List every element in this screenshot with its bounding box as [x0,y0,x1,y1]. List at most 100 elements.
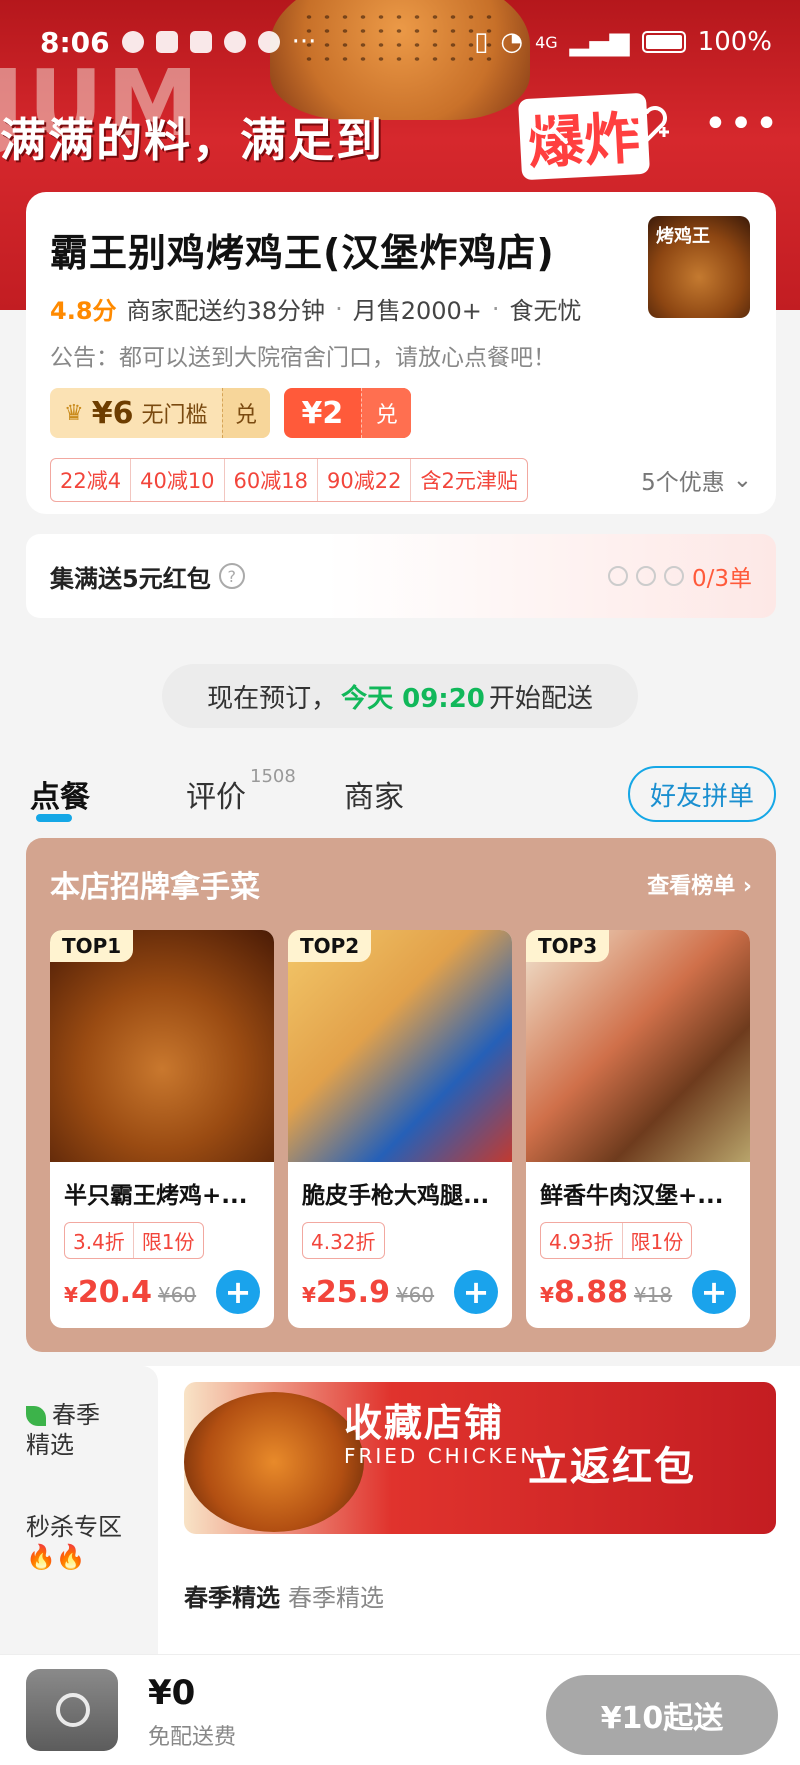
discount-tag: 含2元津贴 [420,469,518,493]
category-sidebar: 春季 精选 秒杀专区 🔥🔥 [0,1366,158,1666]
category-name: 春季精选 [184,1584,280,1612]
dish-tags: 4.93折 限1份 [540,1222,693,1259]
eleme-logo-icon [56,1693,90,1727]
banner-title-2: 立返红包 [528,1444,696,1490]
rank-badge: TOP1 [50,930,134,962]
promo-row: 22减4 40减10 60减18 90减22 含2元津贴 5个优惠 ⌄ [50,458,752,502]
menu-section: 春季 精选 秒杀专区 🔥🔥 收藏店铺 FRIED CHICKEN 立返红包 春季… [0,1366,800,1666]
wechat-icon [121,31,144,53]
dish-price: ¥25.9 ¥60 [302,1275,434,1310]
monthly-sales: 月售2000+ [352,297,482,325]
progress-circle-icon [635,566,656,586]
dish-image: TOP3 [526,930,750,1162]
original-price: ¥60 [157,1283,197,1307]
cart-bar: ¥0 免配送费 ¥10起送 [0,1654,800,1765]
tab-order[interactable]: 点餐 [30,772,90,816]
status-bar: 8:06 ··· ▯ ◔ 4G ▂▄▆ 100% [0,0,800,84]
current-price: ¥20.4 [64,1275,152,1310]
preorder-suffix: 开始配送 [488,683,593,714]
separator: · [335,294,343,323]
tab-label: 点餐 [30,780,90,815]
photo-app-icon [189,31,212,53]
coupon-desc: 无门槛 [141,403,208,428]
discount-tag: 90减22 [318,459,412,501]
preorder-prefix: 现在预订， [207,683,338,714]
limit-tag: 限1份 [132,1223,203,1258]
favorite-button[interactable] [620,96,676,152]
add-to-cart-button[interactable]: + [454,1270,498,1314]
discount-tag: 22减4 [51,459,132,501]
price-value: 25.9 [315,1275,390,1310]
help-icon[interactable]: ? [218,563,245,589]
current-price: ¥8.88 [540,1275,628,1310]
shop-info-card: 霸王别鸡烤鸡王(汉堡炸鸡店) 烤鸡王 4.8分 商家配送约38分钟 · 月售20… [26,192,776,514]
shop-thumbnail[interactable]: 烤鸡王 [648,216,750,318]
limit-tag: 限1份 [621,1223,692,1258]
favorite-shop-banner[interactable]: 收藏店铺 FRIED CHICKEN 立返红包 [184,1382,776,1534]
dish-card[interactable]: TOP2 脆皮手枪大鸡腿... 4.32折 ¥25.9 ¥60 + [288,930,512,1328]
wifi-icon: ◔ [500,27,524,57]
coupon-amount: ¥2 [301,395,344,431]
current-price: ¥25.9 [302,1275,390,1310]
cart-button[interactable] [26,1669,118,1751]
preorder-notice: 现在预订， 今天 09:20 开始配送 [162,664,638,728]
signature-dishes-section: 本店招牌拿手菜 查看榜单 › TOP1 半只霸王烤鸡+... 3.4折 限1份 … [26,838,776,1352]
signal-icon: ▂▄▆ [569,27,630,57]
review-count: 1508 [250,766,296,787]
fried-chicken-image [184,1392,364,1532]
back-arrow-icon: ‹ [49,98,67,150]
collect-progress-text: 0/3单 [691,566,752,592]
dish-image: TOP1 [50,930,274,1162]
leaf-icon [26,1406,46,1426]
progress-circle-icon [607,566,628,586]
add-to-cart-button[interactable]: + [216,1270,260,1314]
coupon-redeem-button[interactable]: 兑 [361,388,412,438]
promo-more-label: 5个优惠 [641,470,725,496]
group-order-button[interactable]: 好友拼单 [628,766,776,822]
shop-meta: 4.8分 商家配送约38分钟 · 月售2000+ · 食无忧 [50,291,752,326]
status-time: 8:06 [40,25,110,59]
sidebar-item-flash-sale[interactable]: 秒杀专区 🔥🔥 [26,1512,122,1572]
shop-name: 霸王别鸡烤鸡王(汉堡炸鸡店) [50,231,555,275]
banner-title: 收藏店铺 [344,1401,505,1445]
top-nav: ‹ ••• [0,90,800,160]
search-icon [529,105,568,144]
back-button[interactable]: ‹ [30,96,86,152]
collect-red-packet-row[interactable]: 集满送5元红包 ? 0/3单 [26,534,776,618]
plus-icon: + [462,1273,490,1311]
coupon-redeem-button[interactable]: 兑 [221,388,270,438]
collect-progress: 0/3单 [607,559,752,593]
add-to-cart-button[interactable]: + [692,1270,736,1314]
search-button[interactable] [520,96,576,152]
coupon-amount: ¥6 [91,395,134,431]
section-title: 本店招牌拿手菜 [50,870,260,905]
tab-active-indicator [36,814,72,822]
more-button[interactable]: ••• [704,96,779,152]
dish-price: ¥8.88 ¥18 [540,1275,672,1310]
banner-subtitle: FRIED CHICKEN [344,1444,539,1468]
discount-tag: 4.32折 [311,1230,376,1254]
tab-bar: 点餐 评价1508 商家 好友拼单 [0,760,800,830]
sidebar-item-spring[interactable]: 春季 精选 [26,1400,100,1460]
dish-list: TOP1 半只霸王烤鸡+... 3.4折 限1份 ¥20.4 ¥60 + TOP… [50,930,752,1328]
dish-tags: 4.32折 [302,1222,385,1259]
coupon-no-threshold[interactable]: ♛ ¥6 无门槛 兑 [50,388,270,438]
tab-merchant[interactable]: 商家 [344,772,404,816]
discount-tag: 60减18 [225,459,318,501]
promo-more-button[interactable]: 5个优惠 ⌄ [641,463,752,497]
checkout-button[interactable]: ¥10起送 [546,1675,778,1755]
category-title: 春季精选 春季精选 [184,1578,384,1613]
dish-card[interactable]: TOP1 半只霸王烤鸡+... 3.4折 限1份 ¥20.4 ¥60 + [50,930,274,1328]
battery-level: 100% [697,27,772,57]
dish-card[interactable]: TOP3 鲜香牛肉汉堡+... 4.93折 限1份 ¥8.88 ¥18 + [526,930,750,1328]
original-price: ¥18 [633,1283,673,1307]
tab-reviews[interactable]: 评价1508 [186,766,296,816]
heart-plus-icon [627,106,669,142]
view-ranking-link[interactable]: 查看榜单 › [647,868,752,900]
sidebar-item-label: 秒杀专区 🔥🔥 [26,1513,122,1571]
progress-circle-icon [663,566,684,586]
shield-icon [223,31,246,53]
dish-price: ¥20.4 ¥60 [64,1275,196,1310]
coupon-red-packet[interactable]: ¥2 兑 [283,388,412,438]
original-price: ¥60 [395,1283,435,1307]
